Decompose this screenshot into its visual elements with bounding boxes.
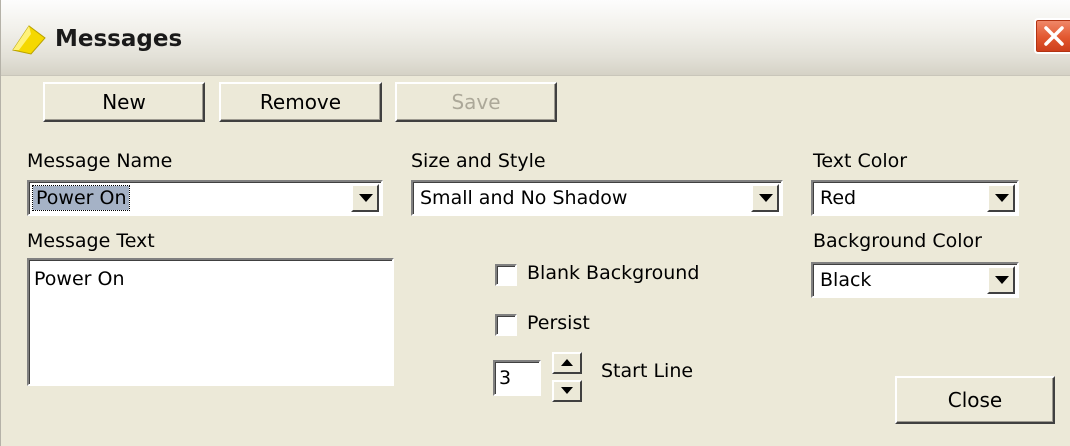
text-color-label: Text Color xyxy=(813,150,908,172)
new-button[interactable]: New xyxy=(43,82,205,122)
persist-checkbox[interactable] xyxy=(495,314,517,336)
messages-dialog: Messages New Remove Save Message Name Po… xyxy=(0,0,1070,446)
blank-background-label[interactable]: Blank Background xyxy=(527,262,699,284)
start-line-up-button[interactable] xyxy=(552,352,582,374)
message-text-area[interactable]: Power On xyxy=(27,258,394,386)
title-bar[interactable]: Messages xyxy=(1,0,1070,76)
close-button[interactable]: Close xyxy=(895,376,1055,424)
spin-down-icon xyxy=(561,387,573,394)
app-arrow-icon xyxy=(9,20,49,56)
background-color-dropdown-button[interactable] xyxy=(987,266,1015,294)
size-style-value: Small and No Shadow xyxy=(420,187,628,209)
size-style-select[interactable]: Small and No Shadow xyxy=(411,180,783,216)
message-name-value: Power On xyxy=(31,185,131,211)
message-name-select[interactable]: Power On xyxy=(27,180,383,216)
start-line-down-button[interactable] xyxy=(552,380,582,402)
spin-up-icon xyxy=(561,359,573,366)
background-color-label: Background Color xyxy=(813,230,982,252)
message-name-label: Message Name xyxy=(27,150,173,172)
save-button[interactable]: Save xyxy=(395,82,557,122)
start-line-input[interactable]: 3 xyxy=(493,360,541,396)
start-line-label: Start Line xyxy=(601,360,694,382)
chevron-down-icon xyxy=(759,194,773,202)
size-style-dropdown-button[interactable] xyxy=(751,184,779,212)
text-color-select[interactable]: Red xyxy=(811,180,1019,216)
background-color-value: Black xyxy=(820,269,872,291)
chevron-down-icon xyxy=(995,194,1009,202)
message-name-dropdown-button[interactable] xyxy=(351,184,379,212)
window-close-button[interactable] xyxy=(1034,18,1070,54)
chevron-down-icon xyxy=(359,194,373,202)
blank-background-checkbox[interactable] xyxy=(495,264,517,286)
chevron-down-icon xyxy=(995,276,1009,284)
text-color-value: Red xyxy=(820,187,857,209)
size-style-label: Size and Style xyxy=(411,150,546,172)
remove-button[interactable]: Remove xyxy=(219,82,382,122)
text-color-dropdown-button[interactable] xyxy=(987,184,1015,212)
persist-label[interactable]: Persist xyxy=(527,312,590,334)
message-text-label: Message Text xyxy=(27,230,155,252)
background-color-select[interactable]: Black xyxy=(811,262,1019,298)
window-title: Messages xyxy=(55,26,183,52)
